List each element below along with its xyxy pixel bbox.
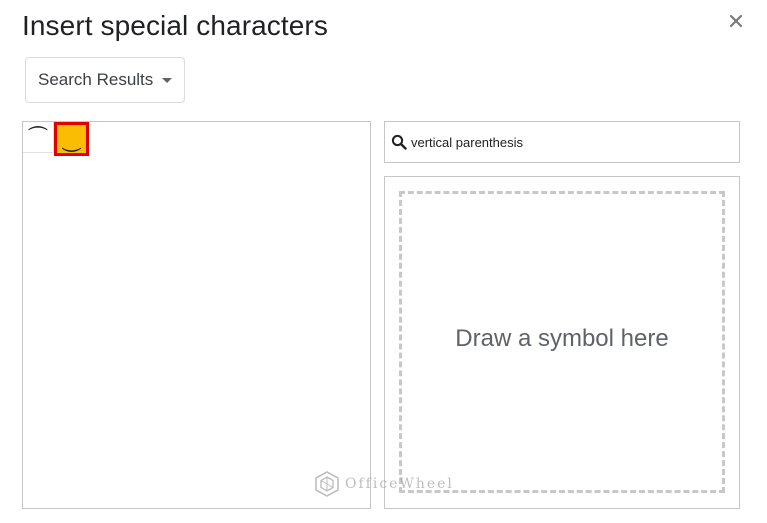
character-cell-top-parenthesis[interactable]: ⏜ <box>23 122 54 153</box>
dialog-title: Insert special characters <box>22 10 328 41</box>
draw-symbol-canvas[interactable]: Draw a symbol here <box>399 191 725 493</box>
search-input[interactable] <box>411 134 731 150</box>
close-button[interactable] <box>723 8 749 34</box>
caret-down-icon <box>162 77 173 83</box>
results-grid: ⏜ ⏝ <box>22 121 371 509</box>
search-field[interactable] <box>384 121 740 163</box>
character-cell-bottom-parenthesis-selected[interactable]: ⏝ <box>54 122 89 156</box>
draw-hint-text: Draw a symbol here <box>455 325 669 352</box>
close-icon <box>729 14 743 28</box>
search-icon <box>391 134 407 150</box>
category-dropdown[interactable]: Search Results <box>25 57 185 103</box>
category-dropdown-label: Search Results <box>38 70 154 89</box>
insert-special-characters-dialog: Insert special characters Search Results… <box>0 0 767 523</box>
draw-panel: Draw a symbol here <box>384 176 740 509</box>
